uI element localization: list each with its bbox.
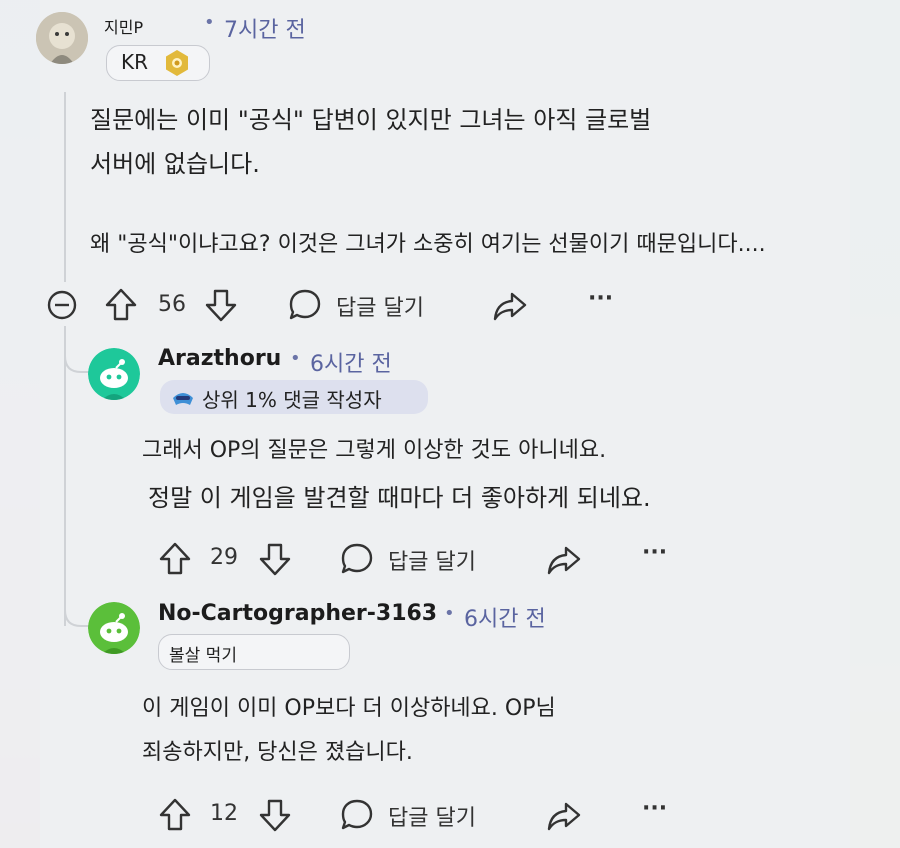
arrow-up-icon[interactable] [158, 797, 192, 833]
minus-circle-icon[interactable] [46, 289, 78, 321]
arrow-up-icon[interactable] [158, 541, 192, 577]
reply-button[interactable]: 답글 달기 [388, 544, 476, 576]
comment-body-line: 서버에 없습니다. [90, 150, 260, 178]
speech-bubble-icon[interactable] [340, 542, 374, 576]
ellipsis-icon[interactable]: ··· [642, 540, 667, 565]
speech-bubble-icon[interactable] [288, 288, 322, 322]
comment-body-line: 질문에는 이미 "공식" 답변이 있지만 그녀는 아직 글로벌 [90, 106, 652, 134]
flair-label: 볼살 먹기 [169, 646, 237, 666]
thread-line [64, 92, 66, 282]
timestamp[interactable]: 6시간 전 [464, 601, 546, 633]
separator-dot: • [444, 603, 455, 624]
username[interactable]: 지민P [104, 14, 143, 38]
ellipsis-icon[interactable]: ··· [642, 796, 667, 821]
arrow-down-icon[interactable] [204, 287, 238, 323]
separator-dot: • [290, 348, 301, 369]
user-flair: 볼살 먹기 [158, 634, 350, 670]
username[interactable]: Arazthoru [158, 346, 281, 371]
comment-body-line: 정말 이 게임을 발견할 때마다 더 좋아하게 되네요. [148, 484, 651, 512]
vote-count: 29 [210, 545, 238, 570]
comment-body-line: 죄송하지만, 당신은 졌습니다. [142, 740, 413, 765]
flair-badge-icon [166, 50, 188, 76]
share-arrow-icon[interactable] [546, 543, 582, 577]
top-commenter-badge: 상위 1% 댓글 작성자 [160, 380, 428, 414]
arrow-down-icon[interactable] [258, 797, 292, 833]
reply-button[interactable]: 답글 달기 [336, 290, 424, 322]
badge-icon [173, 393, 193, 405]
share-arrow-icon[interactable] [492, 289, 528, 323]
vote-count: 12 [210, 801, 238, 826]
reply-button[interactable]: 답글 달기 [388, 800, 476, 832]
user-flair: KR [106, 45, 210, 81]
share-arrow-icon[interactable] [546, 799, 582, 833]
arrow-down-icon[interactable] [258, 541, 292, 577]
avatar[interactable] [36, 12, 88, 64]
avatar[interactable] [88, 602, 140, 654]
badge-label: 상위 1% 댓글 작성자 [202, 388, 382, 412]
flair-label: KR [121, 50, 149, 74]
comment-body-line: 이 게임이 이미 OP보다 더 이상하네요. OP님 [142, 696, 556, 721]
speech-bubble-icon[interactable] [340, 798, 374, 832]
timestamp[interactable]: 7시간 전 [224, 12, 306, 44]
ellipsis-icon[interactable]: ··· [588, 286, 613, 311]
vote-count: 56 [158, 292, 186, 317]
username[interactable]: No-Cartographer-3163 [158, 601, 437, 626]
timestamp[interactable]: 6시간 전 [310, 346, 392, 378]
comment-body-line: 그래서 OP의 질문은 그렇게 이상한 것도 아니네요. [142, 438, 607, 463]
avatar[interactable] [88, 348, 140, 400]
arrow-up-icon[interactable] [104, 287, 138, 323]
comment-body-line: 왜 "공식"이냐고요? 이것은 그녀가 소중히 여기는 선물이기 때문입니다..… [90, 232, 766, 257]
separator-dot: • [204, 12, 215, 33]
